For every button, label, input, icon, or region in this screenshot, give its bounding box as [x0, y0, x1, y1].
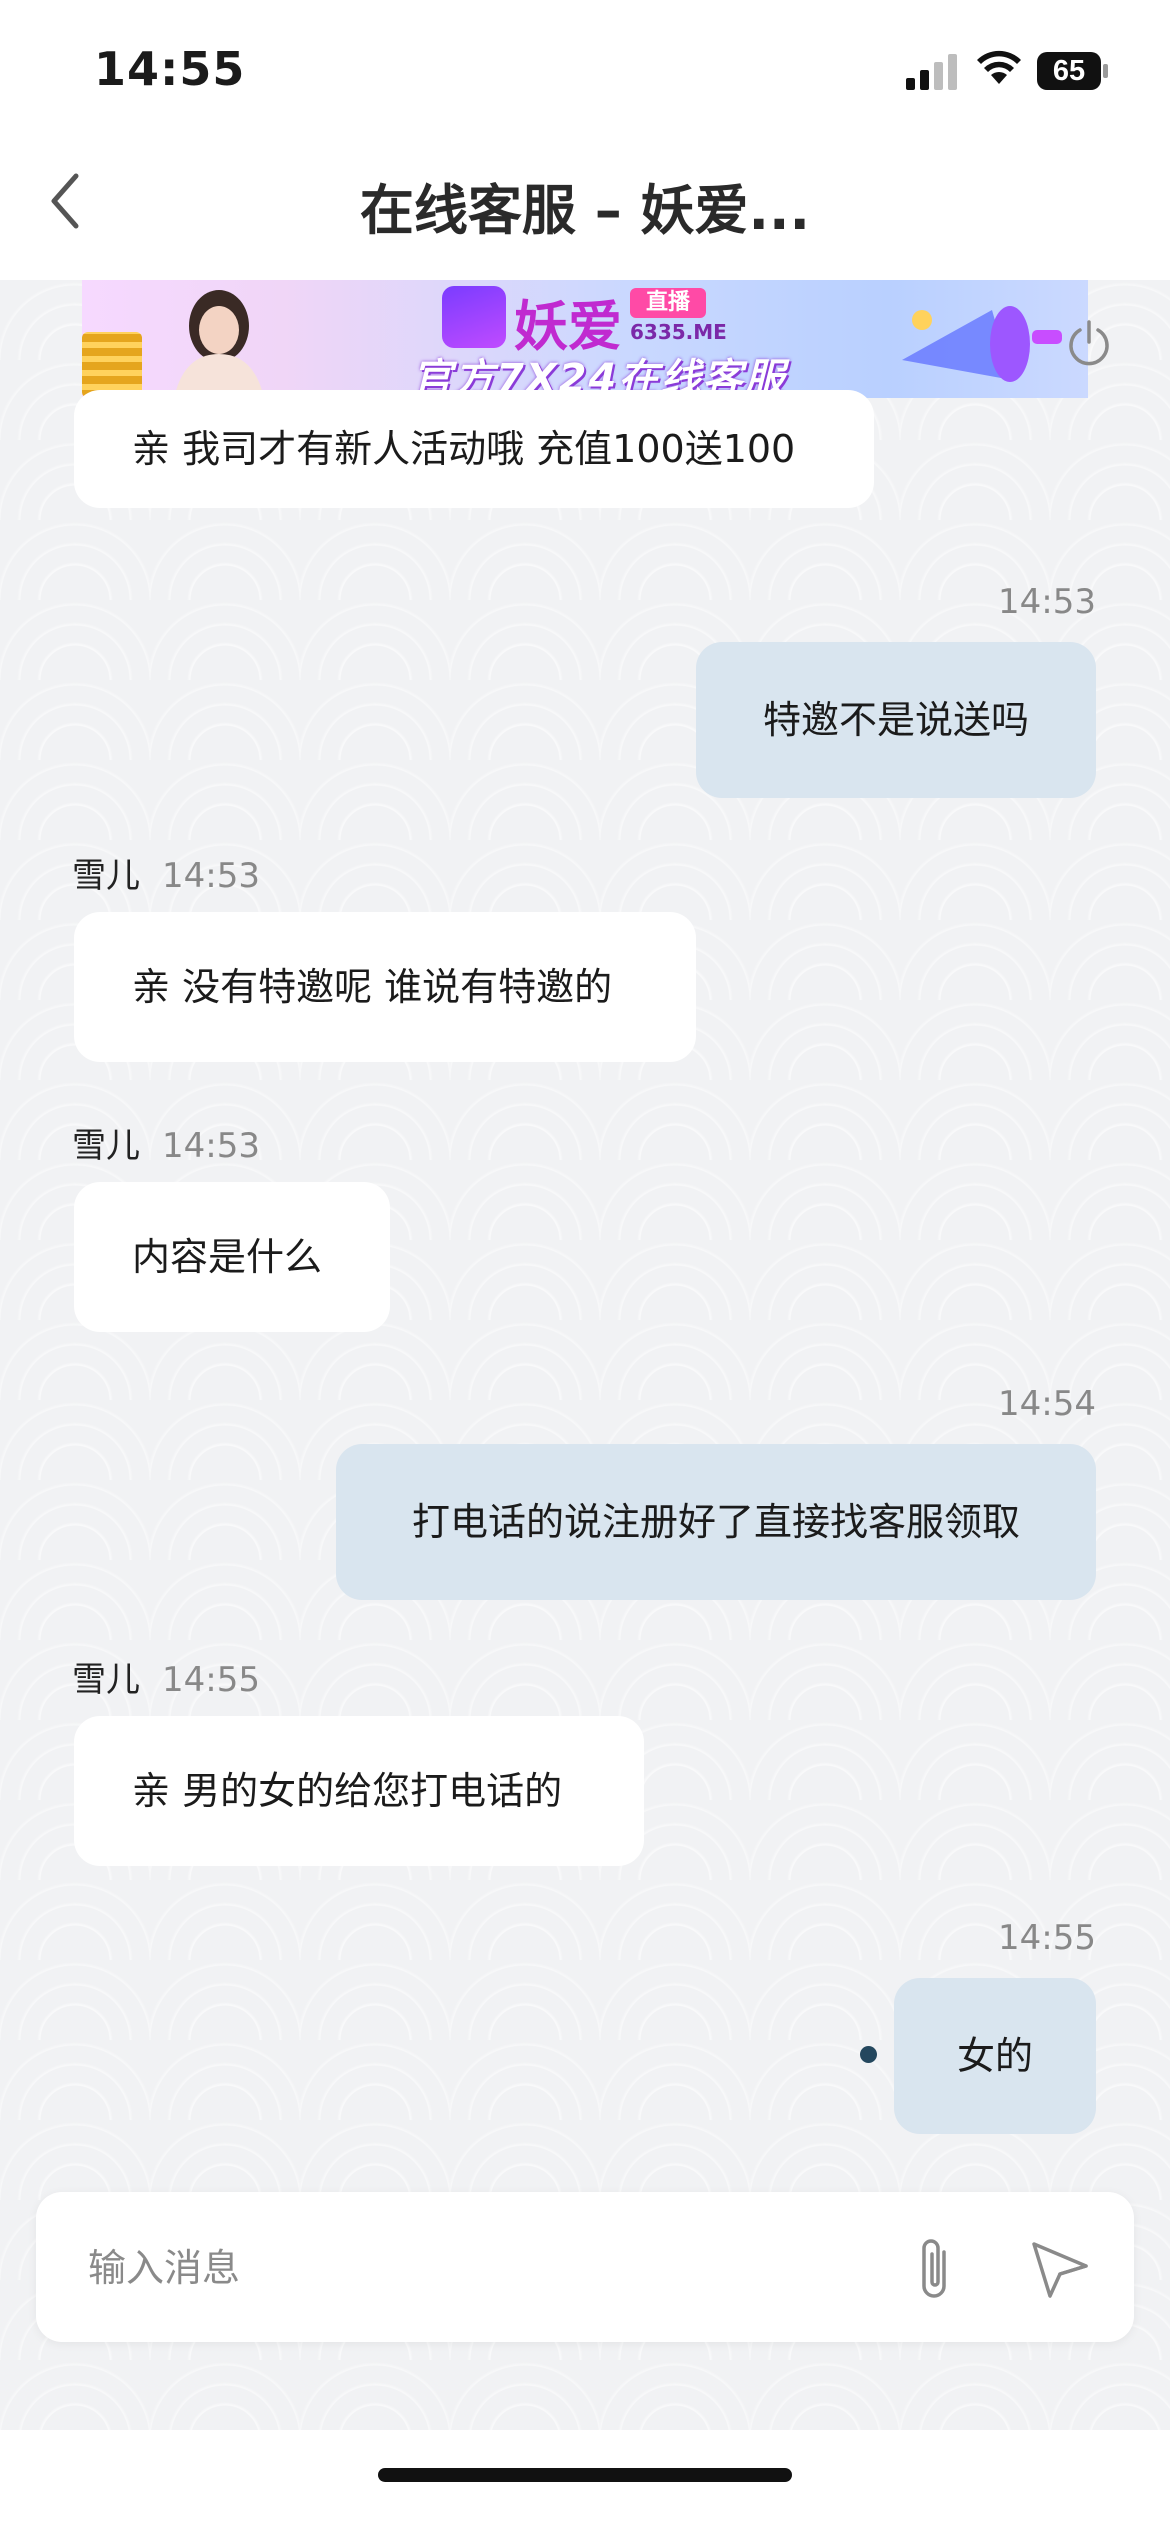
battery-icon: 65 — [1037, 52, 1111, 90]
message-text: 女的 — [956, 2034, 1033, 2078]
message-header: 雪儿 14:53 — [72, 848, 260, 897]
send-icon[interactable] — [1026, 2236, 1094, 2302]
message-bubble-outgoing[interactable]: 女的 — [894, 1978, 1096, 2134]
message-timestamp: 14:55 — [162, 1660, 260, 1700]
message-text: 亲 我司才有新人活动哦 充值100送100 — [132, 427, 796, 471]
home-area — [0, 2430, 1170, 2532]
message-header: 雪儿 14:55 — [72, 1652, 260, 1701]
home-indicator[interactable] — [378, 2468, 792, 2482]
message-text: 打电话的说注册好了直接找客服领取 — [411, 1500, 1020, 1544]
promo-banner[interactable]: 妖爱 直播 6335.ME 官方7X24在线客服 — [82, 280, 1088, 398]
message-timestamp: 14:55 — [998, 1918, 1096, 1958]
cellular-signal-icon — [906, 52, 958, 90]
message-input[interactable] — [86, 2230, 870, 2306]
nav-bar: 在线客服 – 妖爱... — [0, 140, 1170, 280]
brand-domain: 6335.ME — [630, 320, 727, 344]
composer-area — [0, 2180, 1170, 2430]
message-bubble-incoming[interactable]: 亲 男的女的给您打电话的 — [74, 1716, 644, 1866]
message-bubble-incoming[interactable]: 亲 没有特邀呢 谁说有特邀的 — [74, 912, 696, 1062]
megaphone-icon — [902, 306, 1062, 382]
live-badge: 直播 — [630, 288, 706, 318]
message-bubble-incoming[interactable]: 亲 我司才有新人活动哦 充值100送100 — [74, 390, 874, 508]
gold-coins-image — [82, 332, 142, 398]
sending-status-dot — [860, 2046, 877, 2063]
message-text: 内容是什么 — [132, 1235, 323, 1279]
message-timestamp: 14:53 — [162, 856, 260, 896]
sender-name: 雪儿 — [72, 1660, 140, 1700]
chat-area[interactable]: 妖爱 直播 6335.ME 官方7X24在线客服 亲 我司才有新人活动哦 充值1… — [0, 280, 1170, 2430]
brand-logo: 妖爱 直播 6335.ME — [442, 286, 772, 358]
message-text: 亲 没有特邀呢 谁说有特邀的 — [132, 965, 613, 1009]
message-bubble-incoming[interactable]: 内容是什么 — [74, 1182, 390, 1332]
battery-level: 65 — [1052, 55, 1086, 87]
sender-name: 雪儿 — [72, 1126, 140, 1166]
brand-mark-icon — [442, 286, 506, 348]
message-text: 亲 男的女的给您打电话的 — [132, 1769, 563, 1813]
paperclip-icon[interactable] — [906, 2234, 966, 2304]
sender-name: 雪儿 — [72, 856, 140, 896]
power-icon[interactable] — [1064, 318, 1114, 368]
status-bar: 14:55 65 — [0, 0, 1170, 140]
message-header: 雪儿 14:53 — [72, 1118, 260, 1167]
wifi-icon — [977, 50, 1021, 84]
back-chevron-icon[interactable] — [44, 166, 94, 236]
message-timestamp: 14:53 — [162, 1126, 260, 1166]
message-text: 特邀不是说送吗 — [762, 698, 1029, 742]
message-timestamp: 14:53 — [998, 582, 1096, 622]
page-title: 在线客服 – 妖爱... — [359, 179, 811, 242]
model-photo-image — [174, 290, 264, 398]
message-bubble-outgoing[interactable]: 打电话的说注册好了直接找客服领取 — [336, 1444, 1096, 1600]
composer-bar — [36, 2192, 1134, 2342]
message-timestamp: 14:54 — [998, 1384, 1096, 1424]
status-time: 14:55 — [94, 42, 246, 96]
message-bubble-outgoing[interactable]: 特邀不是说送吗 — [696, 642, 1096, 798]
